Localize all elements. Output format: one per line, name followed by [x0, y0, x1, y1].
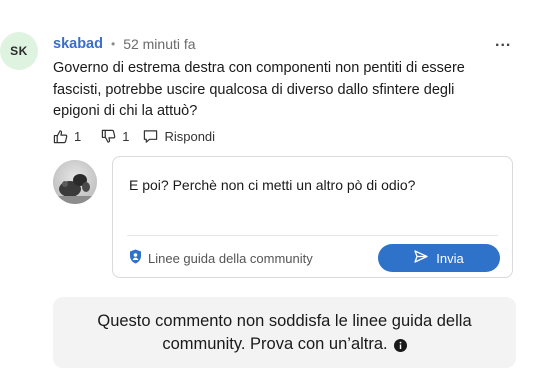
comment-author[interactable]: skabad: [53, 36, 103, 52]
dislike-button[interactable]: 1: [101, 129, 129, 144]
info-icon[interactable]: [393, 336, 407, 353]
comment-actions: 1 1 Rispondi: [53, 129, 215, 144]
reply-label: Rispondi: [164, 129, 216, 144]
comment-body-line: Governo di estrema destra con componenti…: [53, 60, 465, 76]
reply-button[interactable]: Rispondi: [143, 129, 215, 144]
notice-line-2: community. Prova con un’altra.: [53, 333, 516, 356]
more-options-button[interactable]: ...: [495, 34, 511, 50]
comment-header: skabad • 52 minuti fa: [53, 36, 196, 52]
notice-line: Questo commento non soddisfa le linee gu…: [97, 312, 472, 330]
shield-icon: [129, 249, 148, 267]
community-guidelines-link[interactable]: Linee guida della community: [129, 249, 313, 267]
comment-body-line: epigoni di chi la attuò?: [53, 103, 198, 119]
speech-bubble-icon: [143, 129, 158, 144]
like-button[interactable]: 1: [53, 129, 81, 144]
notice-line: community. Prova con un’altra.: [162, 335, 388, 353]
user-avatar: [53, 160, 97, 204]
like-count: 1: [74, 129, 82, 144]
composer-divider: [127, 235, 498, 236]
thumbs-down-icon: [101, 129, 116, 144]
send-button[interactable]: Invia: [378, 244, 500, 272]
comment-body: Governo di estrema destra con componenti…: [53, 58, 493, 123]
separator-dot: •: [110, 37, 116, 51]
comment-thread: SK skabad • 52 minuti fa ... Governo di …: [0, 0, 541, 377]
dislike-count: 1: [122, 129, 130, 144]
comment-timestamp: 52 minuti fa: [123, 36, 196, 52]
moderation-notice: Questo commento non soddisfa le linee gu…: [53, 297, 516, 368]
reply-composer[interactable]: E poi? Perchè non ci metti un altro pò d…: [112, 156, 513, 278]
ellipsis-icon: ...: [495, 33, 512, 50]
send-label: Invia: [436, 250, 464, 266]
comment-body-line: fascisti, potrebbe uscire qualcosa di di…: [53, 81, 455, 98]
guidelines-label: Linee guida della community: [148, 250, 313, 266]
thumbs-up-icon: [53, 129, 68, 144]
paper-plane-icon: [414, 250, 436, 266]
commenter-avatar[interactable]: SK: [0, 32, 38, 70]
reply-input[interactable]: E poi? Perchè non ci metti un altro pò d…: [129, 177, 415, 193]
